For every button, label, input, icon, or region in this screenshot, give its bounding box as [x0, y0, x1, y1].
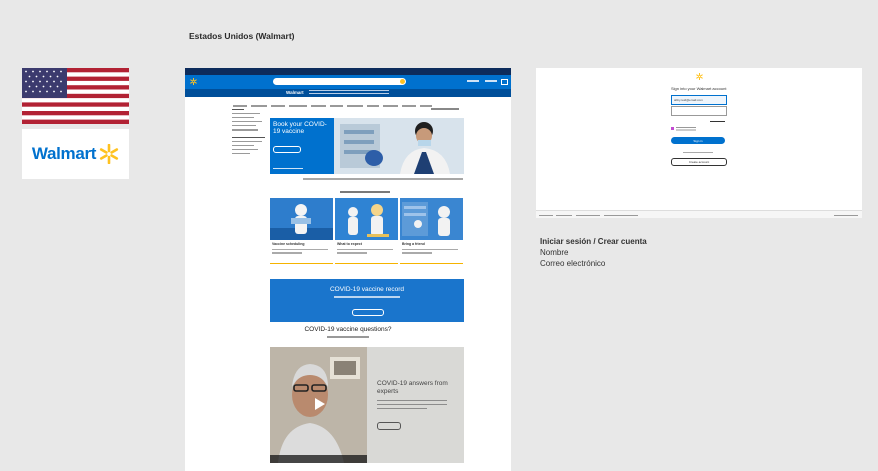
video-desc-line	[377, 400, 447, 402]
card-title: What to expect	[337, 242, 362, 246]
spark-icon	[696, 73, 703, 80]
hero-panel: Book your COVID-19 vaccine	[270, 118, 334, 174]
keep-signed-in-checkbox[interactable]	[671, 127, 674, 130]
walmart-logo-text: Walmart	[31, 144, 97, 163]
password-field[interactable]	[671, 106, 727, 116]
forgot-password-link[interactable]	[710, 121, 725, 123]
card-divider	[400, 263, 463, 265]
video-title: COVID-19 answers from experts	[377, 380, 448, 395]
spark-icon	[100, 144, 119, 164]
section-title	[340, 191, 390, 193]
video-desc-line	[377, 408, 427, 410]
search-icon[interactable]	[400, 79, 405, 84]
email-value: abby.reid@email.com	[674, 98, 703, 102]
signin-button[interactable]: Sign in	[671, 137, 725, 144]
hero-caption	[303, 178, 463, 180]
video-section: COVID-19 answers from experts	[270, 347, 464, 463]
cart-icon[interactable]	[501, 79, 508, 85]
card-image	[335, 198, 398, 240]
search-input[interactable]	[273, 78, 406, 85]
walmart-logo: Walmart	[22, 129, 129, 179]
signin-caption: Iniciar sesión / Crear cuenta Nombre Cor…	[540, 236, 647, 269]
signin-caption-heading: Iniciar sesión / Crear cuenta	[540, 237, 647, 246]
helpful-link[interactable]	[431, 108, 459, 110]
hero-title: Book your COVID-19 vaccine	[273, 121, 327, 135]
checkbox-label	[676, 127, 696, 129]
department-nav[interactable]	[233, 97, 493, 107]
record-button[interactable]	[352, 309, 384, 316]
vaccine-record-banner: COVID-19 vaccine record	[270, 279, 464, 322]
walmart-signin-page-screenshot: Sign into your Walmart account abby.reid…	[536, 68, 862, 218]
sub-banner-logo: Walmart	[286, 90, 304, 95]
signin-footer	[536, 210, 862, 218]
spark-icon	[190, 78, 197, 85]
hero-photo	[334, 118, 464, 174]
site-header	[185, 75, 511, 89]
signin-button-label: Sign in	[693, 139, 703, 143]
left-nav	[232, 106, 272, 157]
card-caption: What to expect	[337, 242, 400, 264]
signin-caption-line: Correo electrónico	[540, 259, 606, 268]
video-info: COVID-19 answers from experts	[367, 347, 464, 463]
create-account-label: Create account	[688, 160, 710, 165]
alt-text	[683, 152, 713, 154]
video-desc-line	[377, 404, 447, 406]
play-icon[interactable]	[310, 395, 328, 413]
hero-button[interactable]	[273, 146, 301, 153]
video-info-button[interactable]	[377, 422, 401, 430]
email-field[interactable]: abby.reid@email.com	[671, 95, 727, 105]
record-subtitle	[334, 296, 400, 298]
card-image	[270, 198, 333, 240]
card-image	[400, 198, 463, 240]
walmart-vaccine-page-screenshot: Walmart Book your COVID-19 vaccine Vacci…	[185, 68, 511, 471]
sub-banner: Walmart	[185, 89, 511, 97]
signin-caption-line: Nombre	[540, 248, 569, 257]
us-flag-icon	[22, 68, 129, 124]
account-link[interactable]	[485, 80, 497, 82]
hero-footnote	[273, 168, 303, 170]
board-title: Estados Unidos (Walmart)	[189, 31, 295, 41]
top-strip	[185, 68, 511, 75]
sub-banner-text	[309, 90, 389, 92]
card-divider	[270, 263, 333, 265]
questions-title: COVID-19 vaccine questions?	[304, 326, 392, 333]
card-title: Bring a friend	[402, 242, 425, 246]
card-title: Vaccine scheduling	[272, 242, 305, 246]
video-controls[interactable]	[270, 455, 367, 463]
hero-banner: Book your COVID-19 vaccine	[270, 118, 464, 174]
signin-title: Sign into your Walmart account	[671, 86, 727, 91]
questions-subtitle	[327, 336, 369, 338]
record-title: COVID-19 vaccine record	[329, 286, 405, 293]
create-account-button[interactable]: Create account	[671, 158, 727, 166]
card-caption: Bring a friend	[402, 242, 465, 264]
account-link[interactable]	[467, 80, 479, 82]
video-player[interactable]	[270, 347, 367, 463]
card-divider	[335, 263, 398, 265]
card-caption: Vaccine scheduling	[272, 242, 335, 264]
